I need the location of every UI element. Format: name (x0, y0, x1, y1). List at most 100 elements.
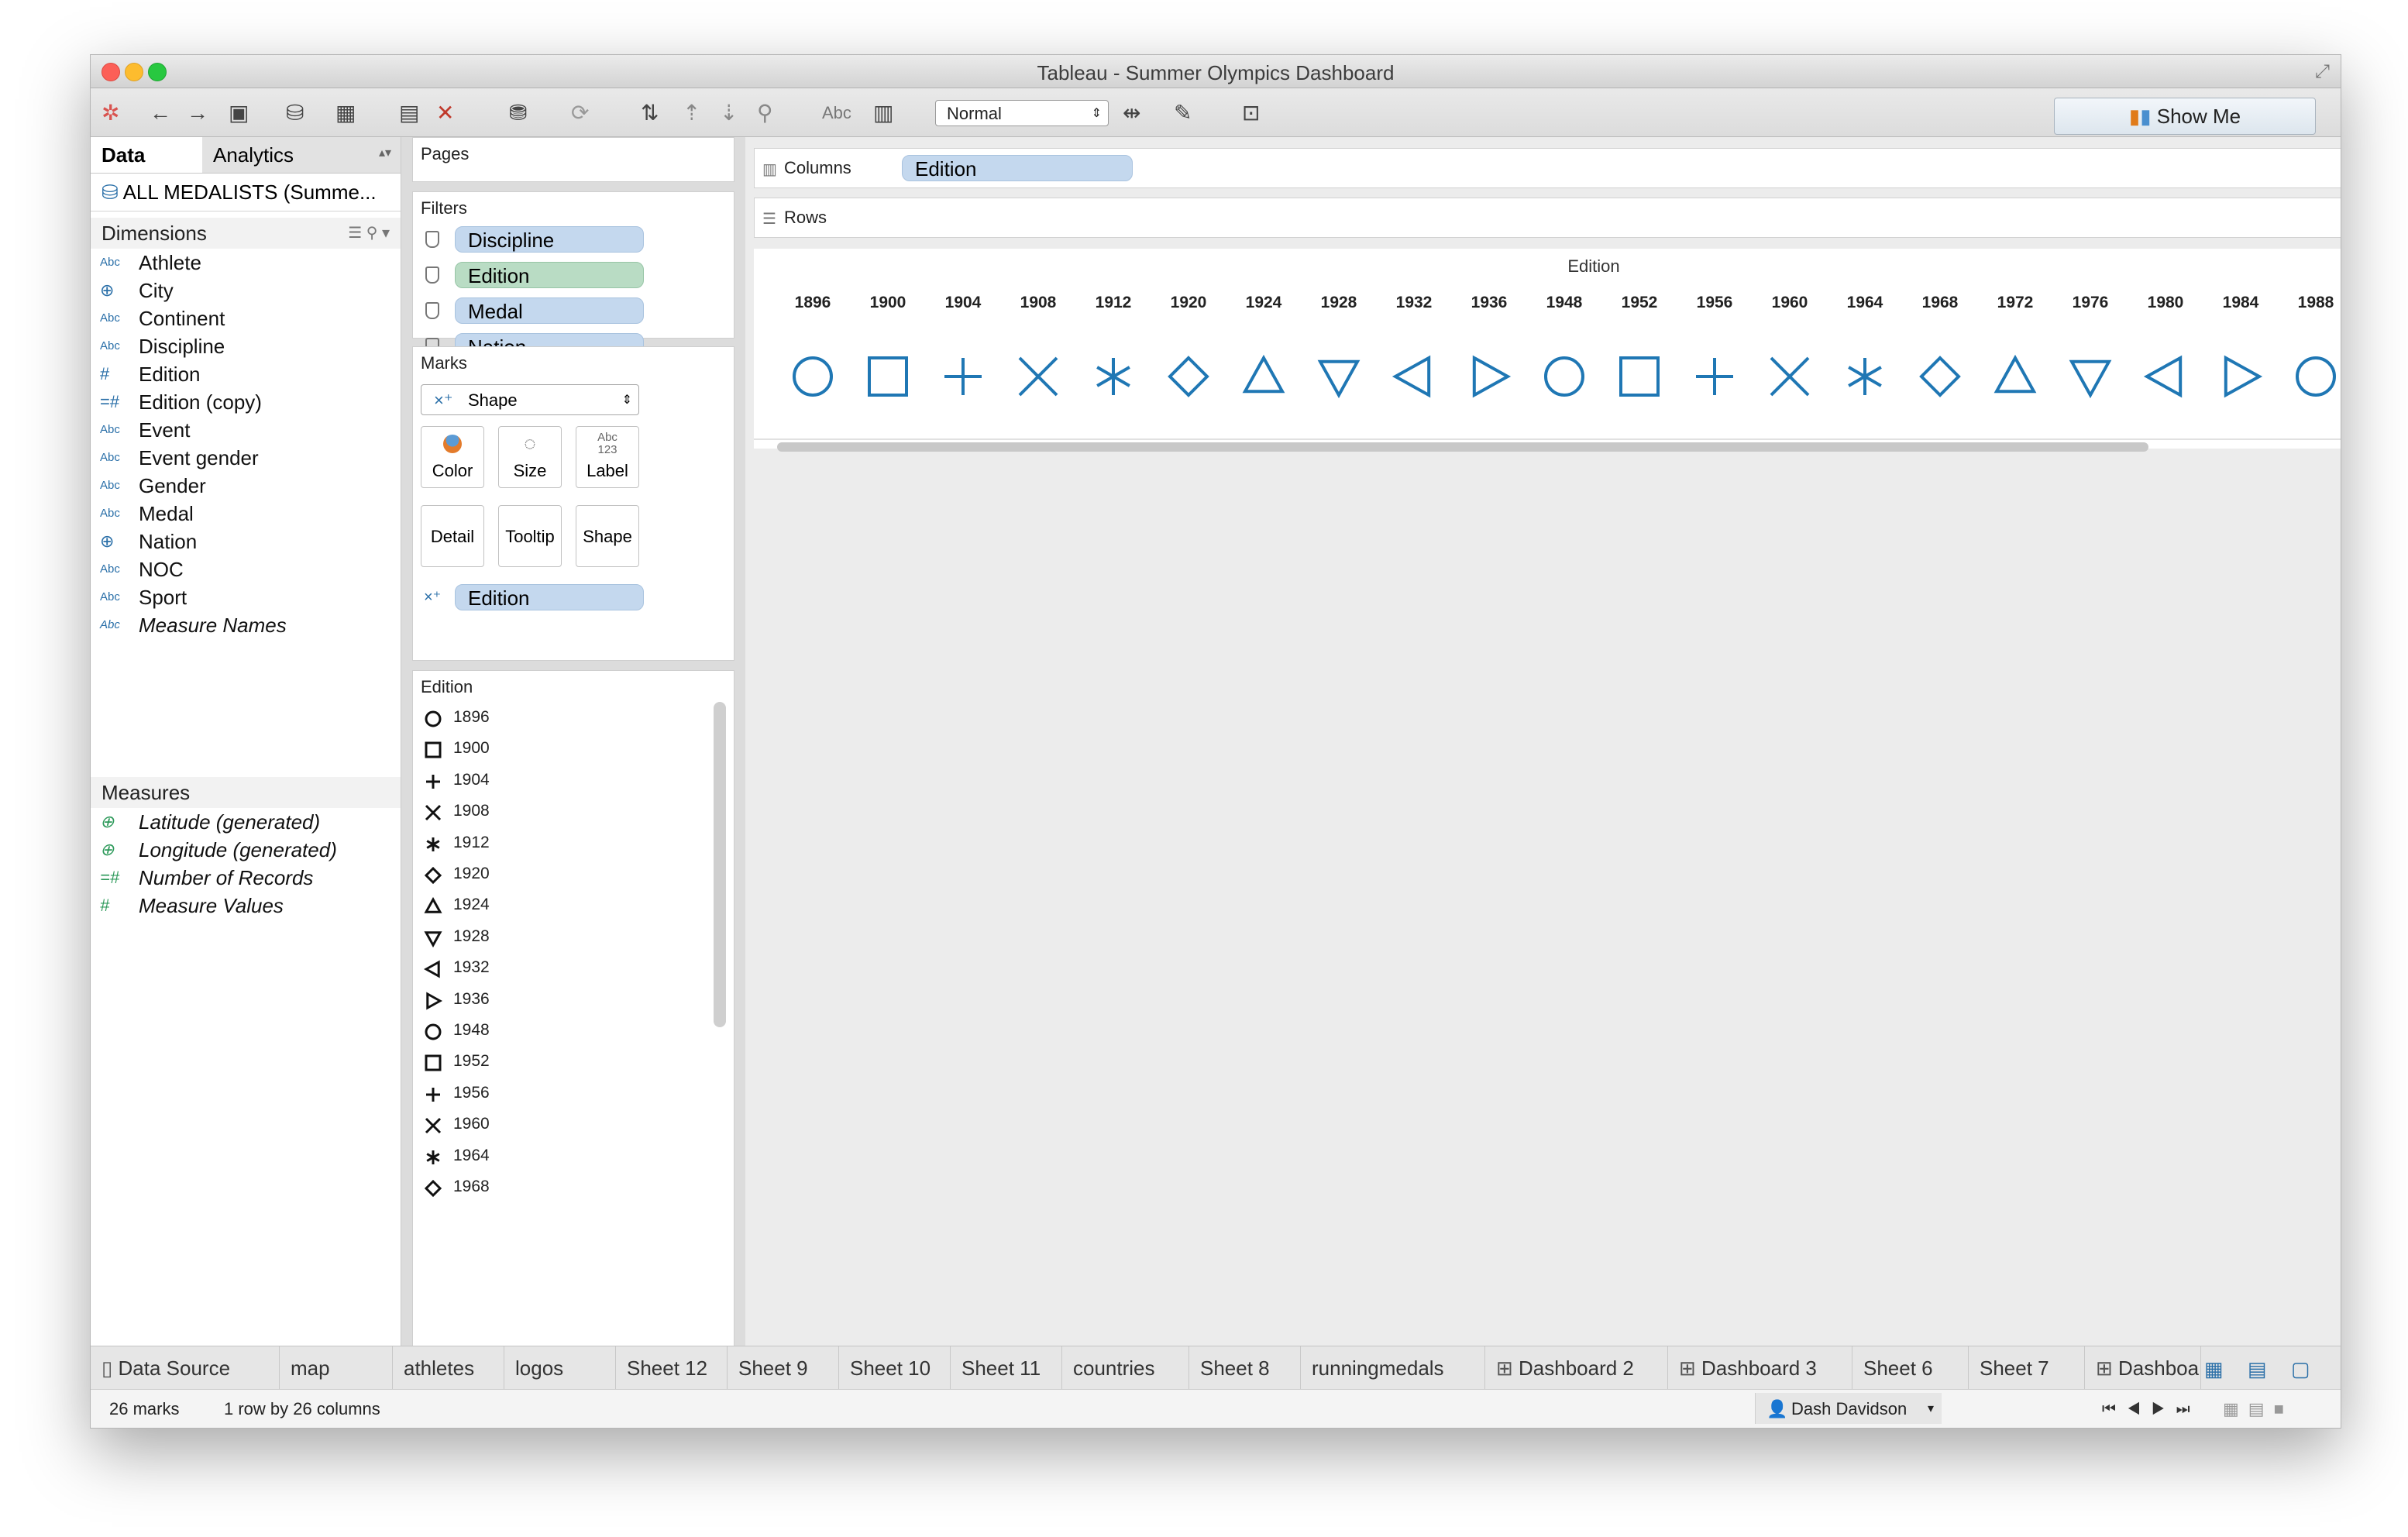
new-story-tab-icon[interactable]: ▢ (2291, 1357, 2310, 1381)
legend-scrollbar[interactable] (714, 702, 726, 1027)
shape-mark-1956[interactable] (1696, 358, 1733, 395)
field-noc[interactable]: Abc NOC (91, 555, 401, 583)
field-measure-names[interactable]: Abc Measure Names (91, 611, 401, 639)
mark-type-select[interactable]: ×⁺ Shape ⇕ (421, 384, 639, 415)
shape-mark-1920[interactable] (1168, 356, 1209, 397)
legend-item[interactable]: 1924 (424, 889, 610, 920)
redo-icon[interactable]: → (187, 102, 208, 124)
user-menu[interactable]: 👤 Dash Davidson ▾ (1755, 1393, 1942, 1424)
fullscreen-icon[interactable]: ⤢ (2315, 61, 2330, 83)
shape-mark-1972[interactable] (1993, 354, 2037, 394)
save-icon[interactable]: ▣ (229, 102, 249, 124)
legend-item[interactable]: 1952 (424, 1046, 610, 1077)
new-worksheet-tab-icon[interactable]: ▦ (2204, 1357, 2224, 1381)
shape-button[interactable]: Shape (576, 505, 639, 567)
tab-analytics[interactable]: Analytics (202, 137, 401, 173)
sheet-tab-countries[interactable]: countries (1062, 1346, 1189, 1390)
rows-shelf[interactable]: ☰ Rows (754, 198, 2341, 238)
undo-icon[interactable]: ← (150, 102, 171, 124)
refresh-icon[interactable]: ⟳ (571, 102, 589, 124)
pause-updates-icon[interactable]: ⛃ (509, 102, 527, 124)
datasource-item[interactable]: ⛁ ALL MEDALISTS (Summe... (91, 174, 401, 211)
field-event[interactable]: Abc Event (91, 416, 401, 444)
sort-ascending-icon[interactable]: ⇡ (683, 102, 700, 124)
legend-item[interactable]: 1920 (424, 858, 610, 889)
dimension-tools-icon[interactable]: ☰ ⚲ ▾ (348, 218, 390, 249)
new-datasource-icon[interactable]: ⛁ (286, 102, 304, 124)
field-event-gender[interactable]: Abc Event gender (91, 444, 401, 472)
shape-mark-1960[interactable] (1770, 356, 1810, 397)
shape-mark-1912[interactable] (1096, 358, 1130, 395)
shape-mark-1932[interactable] (1391, 355, 1431, 398)
field-measure-values[interactable]: # Measure Values (91, 892, 401, 920)
field-sport[interactable]: Abc Sport (91, 583, 401, 611)
sheet-tab-sheet-10[interactable]: Sheet 10 (839, 1346, 951, 1390)
sheet-tab-sheet-9[interactable]: Sheet 9 (728, 1346, 839, 1390)
shape-mark-1968[interactable] (1919, 356, 1961, 397)
field-longitude-generated-[interactable]: ⊕ Longitude (generated) (91, 836, 401, 864)
sheet-tab-sheet-12[interactable]: Sheet 12 (616, 1346, 728, 1390)
sheet-tab-sheet-8[interactable]: Sheet 8 (1189, 1346, 1301, 1390)
sheet-tab-dashboard-2[interactable]: ⊞ Dashboard 2 (1485, 1346, 1668, 1390)
field-athlete[interactable]: Abc Athlete (91, 249, 401, 277)
sheet-tab-sheet-7[interactable]: Sheet 7 (1969, 1346, 2085, 1390)
shape-mark-1936[interactable] (1472, 355, 1512, 398)
fit-icon[interactable]: ▥ (873, 102, 893, 124)
shape-mark-1904[interactable] (944, 358, 982, 395)
filter-pill-edition[interactable]: Edition (455, 262, 644, 288)
shape-mark-1900[interactable] (868, 356, 908, 397)
sheet-navigation-icons[interactable]: ⏮◀▶⏭ (2102, 1390, 2201, 1428)
shape-mark-1984[interactable] (2224, 355, 2263, 398)
field-gender[interactable]: Abc Gender (91, 472, 401, 500)
detail-button[interactable]: Detail (421, 505, 484, 567)
tab-data[interactable]: Data (91, 137, 202, 173)
presentation-icon[interactable]: ⊡ (1242, 102, 1260, 124)
shape-mark-1928[interactable] (1317, 359, 1361, 399)
legend-item[interactable]: 1956 (424, 1078, 610, 1109)
sheet-tab-dashboard-3[interactable]: ⊞ Dashboard 3 (1668, 1346, 1852, 1390)
sheet-tab-sheet-6[interactable]: Sheet 6 (1852, 1346, 1969, 1390)
new-worksheet-icon[interactable]: ▦ (335, 102, 356, 124)
legend-item[interactable]: 1964 (424, 1140, 610, 1171)
pane-menu-icon[interactable]: ▴▾ (379, 145, 391, 160)
new-dashboard-tab-icon[interactable]: ▤ (2248, 1357, 2267, 1381)
marks-edition-pill[interactable]: Edition (455, 584, 644, 610)
sort-descending-icon[interactable]: ⇣ (720, 102, 738, 124)
legend-item[interactable]: 1900 (424, 733, 610, 764)
sheet-tab-map[interactable]: map (280, 1346, 393, 1390)
show-me-button[interactable]: ▮▮ Show Me (2054, 98, 2316, 135)
filter-pill-discipline[interactable]: Discipline (455, 226, 644, 253)
duplicate-sheet-icon[interactable]: ▤ (399, 102, 419, 124)
field-city[interactable]: ⊕ City (91, 277, 401, 304)
legend-item[interactable]: 1968 (424, 1171, 610, 1202)
legend-item[interactable]: 1912 (424, 827, 610, 858)
filter-pill-medal[interactable]: Medal (455, 297, 644, 324)
sheet-tab-runningmedals[interactable]: runningmedals (1301, 1346, 1485, 1390)
legend-item[interactable]: 1948 (424, 1015, 610, 1046)
fix-axes-icon[interactable]: ⇹ (1123, 102, 1140, 124)
sheet-tab-data-source[interactable]: ▯ Data Source (91, 1346, 280, 1390)
columns-edition-pill[interactable]: Edition (902, 155, 1133, 181)
color-button[interactable]: Color (421, 426, 484, 488)
field-number-of-records[interactable]: =# Number of Records (91, 864, 401, 892)
columns-shelf[interactable]: ▥ Columns Edition (754, 148, 2341, 188)
legend-item[interactable]: 1960 (424, 1109, 610, 1140)
shape-mark-1976[interactable] (2069, 359, 2112, 399)
tableau-logo-icon[interactable]: ✲ (101, 102, 119, 124)
legend-item[interactable]: 1904 (424, 765, 610, 796)
legend-item[interactable]: 1936 (424, 984, 610, 1015)
shape-mark-1948[interactable] (1544, 356, 1584, 397)
legend-item[interactable]: 1896 (424, 702, 610, 733)
size-button[interactable]: ◌ Size (498, 426, 562, 488)
field-edition[interactable]: # Edition (91, 360, 401, 388)
field-edition-copy-[interactable]: =# Edition (copy) (91, 388, 401, 416)
shape-mark-1896[interactable] (793, 356, 833, 397)
shape-mark-1924[interactable] (1242, 354, 1285, 394)
tooltip-button[interactable]: Tooltip (498, 505, 562, 567)
clear-sheet-icon[interactable]: ✕ (436, 102, 454, 124)
field-medal[interactable]: Abc Medal (91, 500, 401, 528)
sheet-tab-logos[interactable]: logos (504, 1346, 616, 1390)
label-button[interactable]: Abc 123 Label (576, 426, 639, 488)
sheet-tab-sheet-11[interactable]: Sheet 11 (951, 1346, 1062, 1390)
shape-mark-1952[interactable] (1619, 356, 1660, 397)
